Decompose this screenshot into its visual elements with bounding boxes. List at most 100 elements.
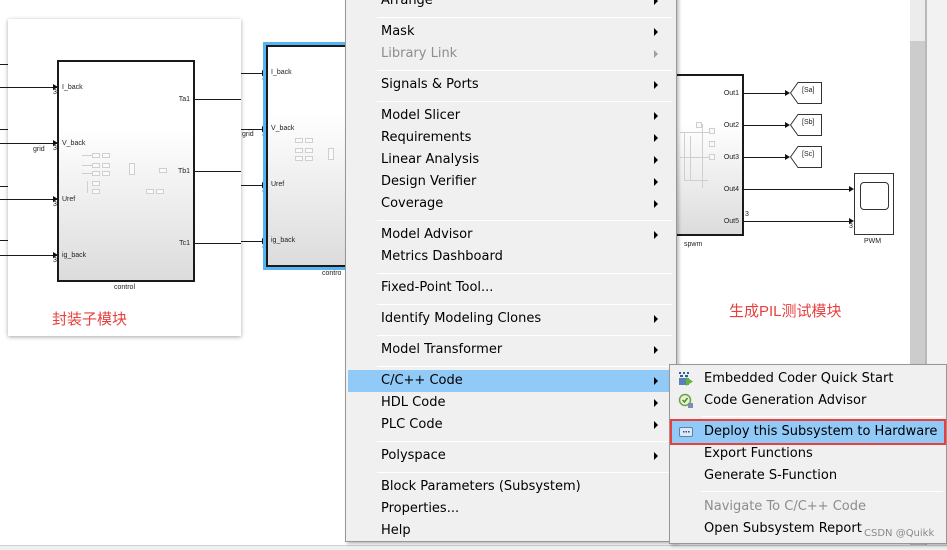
output-port-label: Tb1 (177, 168, 190, 175)
menu-item-c-c-code[interactable]: C/C++ Code (348, 370, 674, 392)
wire (0, 240, 8, 241)
goto-tag-label: [Sb] (802, 119, 815, 126)
code-advisor-icon (678, 393, 694, 409)
menu-separator (377, 335, 672, 336)
input-port-label: I_back (62, 84, 83, 91)
menu-item-block-parameters-subsystem[interactable]: Block Parameters (Subsystem) (348, 476, 674, 498)
submenu-arrow-icon (654, 134, 658, 142)
menu-item-fixed-point-tool[interactable]: Fixed-Point Tool... (348, 277, 674, 299)
selected-block-name-label: contro (322, 270, 342, 277)
watermark: CSDN @Quikk (864, 528, 935, 539)
menu-item-metrics-dashboard[interactable]: Metrics Dashboard (348, 246, 674, 268)
mini-block (159, 168, 167, 173)
menu-item-coverage[interactable]: Coverage (348, 193, 674, 215)
submenu-item-label: Deploy this Subsystem to Hardware (704, 424, 938, 439)
mini-block (102, 153, 110, 158)
submenu-arrow-icon (654, 81, 658, 89)
menu-item-label: Model Advisor (381, 227, 473, 242)
menu-item-help[interactable]: Help (348, 520, 674, 542)
menu-item-label: Identify Modeling Clones (381, 311, 542, 326)
output-port-label: Out5 (723, 218, 739, 225)
input-port-label: ig_back (271, 237, 296, 244)
spwm-subsystem-block[interactable]: Out1 Out2 Out3 Out4 Out5 (676, 74, 744, 236)
control-subsystem-block[interactable]: I_back V_back Uref ig_back Ta1 Tb1 Tc1 (57, 60, 195, 282)
menu-separator (701, 491, 943, 492)
goto-tag-sc[interactable]: [Sc] (790, 146, 822, 168)
goto-tag-sb[interactable]: [Sb] (790, 114, 822, 136)
menu-separator (377, 472, 672, 473)
wire-tc1 (195, 243, 241, 244)
input-port-label: I_back (271, 69, 292, 76)
menu-item-label: Metrics Dashboard (381, 249, 503, 264)
menu-item-model-advisor[interactable]: Model Advisor (348, 224, 674, 246)
submenu-arrow-icon (654, 112, 658, 120)
menu-item-mask[interactable]: Mask (348, 21, 674, 43)
menu-item-design-verifier[interactable]: Design Verifier (348, 171, 674, 193)
menu-item-label: Arrange (381, 0, 433, 8)
scope-name-label: PWM (864, 238, 882, 245)
menu-item-hdl-code[interactable]: HDL Code (348, 392, 674, 414)
bottom-status-bar (0, 545, 947, 550)
submenu-item-export-functions[interactable]: Export Functions (672, 443, 944, 465)
mini-line (702, 124, 703, 188)
output-port-label: Out2 (723, 122, 739, 129)
mini-line (82, 173, 92, 174)
mini-block (305, 148, 313, 153)
submenu-item-generate-s-function[interactable]: Generate S-Function (672, 465, 944, 487)
menu-item-plc-code[interactable]: PLC Code (348, 414, 674, 436)
wire (0, 186, 8, 187)
mini-block (156, 189, 164, 194)
menu-item-model-slicer[interactable]: Model Slicer (348, 105, 674, 127)
mini-line (87, 181, 88, 193)
menu-item-model-transformer[interactable]: Model Transformer (348, 339, 674, 361)
menu-separator (377, 220, 672, 221)
menu-item-label: Coverage (381, 196, 444, 211)
menu-item-identify-modeling-clones[interactable]: Identify Modeling Clones (348, 308, 674, 330)
menu-item-properties[interactable]: Properties... (348, 498, 674, 520)
output-port-label: Ta1 (178, 96, 190, 103)
menu-item-arrange[interactable]: Arrange (348, 0, 674, 12)
menu-item-label: Help (381, 523, 411, 538)
mini-block (709, 128, 715, 134)
submenu-item-embedded-coder-quick-start[interactable]: Embedded Coder Quick Start (672, 368, 944, 390)
mini-block (92, 163, 100, 168)
pwm-scope-block[interactable] (854, 173, 894, 235)
submenu-item-label: Embedded Coder Quick Start (704, 371, 894, 386)
menu-item-label: Polyspace (381, 448, 446, 463)
menu-item-linear-analysis[interactable]: Linear Analysis (348, 149, 674, 171)
menu-item-polyspace[interactable]: Polyspace (348, 445, 674, 467)
input-port-label: V_back (271, 125, 295, 132)
output-port-label: Out3 (723, 154, 739, 161)
wire-i-back (0, 87, 58, 88)
menu-separator (377, 366, 672, 367)
menu-separator (377, 17, 672, 18)
submenu-item-code-generation-advisor[interactable]: Code Generation Advisor (672, 390, 944, 412)
submenu-arrow-icon (654, 200, 658, 208)
submenu-item-label: Navigate To C/C++ Code (704, 499, 866, 514)
input-port-label: Uref (271, 181, 285, 188)
output-port-label: Out1 (723, 90, 739, 97)
submenu-arrow-icon (654, 315, 658, 323)
goto-tag-sa[interactable]: [Sa] (790, 82, 822, 104)
menu-item-label: Signals & Ports (381, 77, 479, 92)
mini-line (82, 165, 92, 166)
submenu-item-deploy-this-subsystem-to-hardware[interactable]: Deploy this Subsystem to Hardware (670, 419, 946, 445)
wire (0, 64, 8, 65)
menu-separator (377, 304, 672, 305)
menu-item-label: Design Verifier (381, 174, 477, 189)
menu-item-signals-ports[interactable]: Signals & Ports (348, 74, 674, 96)
menu-item-label: Requirements (381, 130, 472, 145)
menu-item-label: Library Link (381, 46, 458, 61)
wire-tb1 (195, 171, 241, 172)
submenu-arrow-icon (654, 421, 658, 429)
mini-block (295, 156, 303, 161)
embedded-coder-icon (678, 371, 694, 387)
submenu-item-label: Generate S-Function (704, 468, 838, 483)
submenu-arrow-icon (654, 452, 658, 460)
output-port-label: Out4 (723, 186, 739, 193)
submenu-item-navigate-to-c-c-code: Navigate To C/C++ Code (672, 496, 944, 518)
submenu-arrow-icon (654, 231, 658, 239)
menu-item-requirements[interactable]: Requirements (348, 127, 674, 149)
spwm-block-name-label: spwm (684, 241, 703, 248)
wire-out3 (744, 157, 788, 158)
